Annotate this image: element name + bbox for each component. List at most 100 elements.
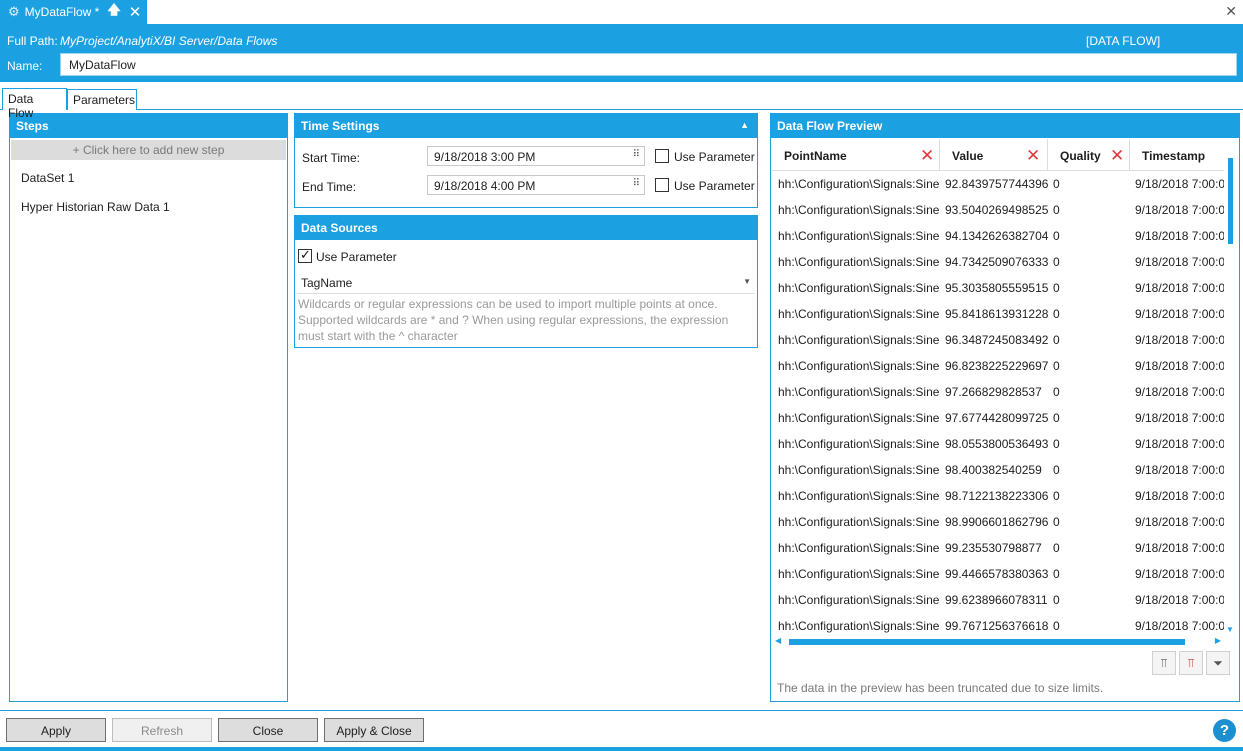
cell-timestamp: 9/18/2018 7:00:0: [1135,463,1224,477]
close-tab-icon[interactable]: ✕ [129,3,142,21]
cell-timestamp: 9/18/2018 7:00:0( [1135,203,1224,217]
end-time-input[interactable]: 9/18/2018 4:00 PM ⠿ [427,175,645,195]
cell-value: 97.6774428099725 [945,411,1049,425]
table-row[interactable]: hh:\Configuration\Signals:Sine 96.8238225… [772,354,1224,380]
cell-quality: 0 [1053,177,1060,191]
start-time-input[interactable]: 9/18/2018 3:00 PM ⠿ [427,146,645,166]
remove-column-icon[interactable]: ✕ [1026,146,1040,166]
remove-column-icon[interactable]: ✕ [920,146,934,166]
table-row[interactable]: hh:\Configuration\Signals:Sine 93.5040269… [772,198,1224,224]
tab-data-flow[interactable]: Data Flow [2,88,67,120]
table-row[interactable]: hh:\Configuration\Signals:Sine 98.4003825… [772,458,1224,484]
table-row[interactable]: hh:\Configuration\Signals:Sine 96.3487245… [772,328,1224,354]
vertical-scrollbar[interactable]: ▼ [1226,158,1234,634]
name-label: Name: [7,59,43,73]
cell-pointname: hh:\Configuration\Signals:Sine [778,619,940,633]
add-column-icon[interactable]: ⫪ [1152,651,1176,675]
calendar-icon[interactable]: ⠿ [633,178,640,189]
cell-timestamp: 9/18/2018 7:00:0: [1135,515,1224,529]
help-icon[interactable]: ? [1213,719,1236,742]
cell-value: 97.266829828537 [945,385,1042,399]
tab-underline [0,109,1243,110]
cell-pointname: hh:\Configuration\Signals:Sine [778,567,940,581]
horizontal-scroll-thumb[interactable] [789,639,1185,645]
table-row[interactable]: hh:\Configuration\Signals:Sine 99.2355307… [772,536,1224,562]
cell-pointname: hh:\Configuration\Signals:Sine [778,593,940,607]
table-row[interactable]: hh:\Configuration\Signals:Sine 99.6238966… [772,588,1224,614]
table-row[interactable]: hh:\Configuration\Signals:Sine 99.4466578… [772,562,1224,588]
data-sources-panel: Data Sources Use Parameter TagName ▼ Wil… [294,215,758,348]
remove-column-icon[interactable]: ✕ [1110,146,1124,166]
table-row[interactable]: hh:\Configuration\Signals:Sine 98.0553800… [772,432,1224,458]
cell-value: 99.7671256376618 [945,619,1049,633]
start-use-parameter-checkbox[interactable] [655,149,669,163]
cell-timestamp: 9/18/2018 7:00:0: [1135,489,1224,503]
scroll-left-icon[interactable]: ◀ [775,636,781,645]
truncation-note: The data in the preview has been truncat… [777,681,1104,695]
preview-grid-body: hh:\Configuration\Signals:Sine 92.8439757… [772,172,1224,634]
cell-quality: 0 [1053,385,1060,399]
horizontal-scrollbar[interactable]: ◀ ▶ [775,636,1221,646]
collapse-icon[interactable]: ▲ [740,120,749,130]
pin-icon[interactable]: 🡅 [107,1,120,23]
apply-button[interactable]: Apply [6,718,106,742]
column-header-value[interactable]: Value ✕ [940,139,1048,171]
table-row[interactable]: hh:\Configuration\Signals:Sine 99.7671256… [772,614,1224,634]
cell-timestamp: 9/18/2018 7:00:04 [1135,593,1224,607]
table-row[interactable]: hh:\Configuration\Signals:Sine 98.9906601… [772,510,1224,536]
table-row[interactable]: hh:\Configuration\Signals:Sine 94.1342626… [772,224,1224,250]
start-use-parameter-label: Use Parameter [674,150,755,164]
cell-timestamp: 9/18/2018 7:00:0( [1135,177,1224,191]
document-tab[interactable]: ⚙ MyDataFlow * 🡅 ✕ [0,0,147,24]
item-type-label: [DATA FLOW] [1086,34,1161,48]
cell-timestamp: 9/18/2018 7:00:0: [1135,567,1224,581]
filter-icon[interactable]: ⏷ [1206,651,1230,675]
apply-and-close-button[interactable]: Apply & Close [324,718,424,742]
footer-divider [0,710,1243,711]
cell-pointname: hh:\Configuration\Signals:Sine [778,385,940,399]
ds-use-parameter-checkbox[interactable] [298,247,312,263]
table-row[interactable]: hh:\Configuration\Signals:Sine 97.6774428… [772,406,1224,432]
table-row[interactable]: hh:\Configuration\Signals:Sine 95.8418613… [772,302,1224,328]
tag-name-select[interactable]: TagName ▼ [297,272,755,294]
cell-timestamp: 9/18/2018 7:00:0: [1135,411,1224,425]
table-row[interactable]: hh:\Configuration\Signals:Sine 92.8439757… [772,172,1224,198]
column-header-timestamp[interactable]: Timestamp [1130,139,1224,171]
footer-base [0,747,1243,751]
tab-parameters[interactable]: Parameters [67,89,137,110]
cell-quality: 0 [1053,229,1060,243]
vertical-scroll-thumb[interactable] [1228,158,1233,244]
close-button[interactable]: Close [218,718,318,742]
tag-name-value: TagName [301,276,353,290]
end-use-parameter-checkbox[interactable] [655,178,669,192]
cell-quality: 0 [1053,203,1060,217]
cell-pointname: hh:\Configuration\Signals:Sine [778,281,940,295]
data-sources-title: Data Sources [295,216,757,240]
cell-quality: 0 [1053,619,1060,633]
name-input[interactable]: MyDataFlow [60,53,1237,76]
table-row[interactable]: hh:\Configuration\Signals:Sine 95.3035805… [772,276,1224,302]
time-settings-panel: Time Settings ▲ Start Time: 9/18/2018 3:… [294,113,758,208]
cell-value: 99.235530798877 [945,541,1042,555]
full-path-value: MyProject/AnalytiX/BI Server/Data Flows [60,34,278,48]
add-step-button[interactable]: + Click here to add new step [11,140,286,160]
table-row[interactable]: hh:\Configuration\Signals:Sine 98.7122138… [772,484,1224,510]
cell-value: 96.3487245083492 [945,333,1049,347]
close-window-icon[interactable]: ✕ [1225,3,1237,20]
cell-pointname: hh:\Configuration\Signals:Sine [778,203,940,217]
scroll-right-icon[interactable]: ▶ [1215,636,1221,645]
step-item-hyper-historian[interactable]: Hyper Historian Raw Data 1 [21,200,170,214]
cell-pointname: hh:\Configuration\Signals:Sine [778,411,940,425]
column-header-quality[interactable]: Quality ✕ [1048,139,1130,171]
remove-columns-icon[interactable]: ⫪ [1179,651,1203,675]
calendar-icon[interactable]: ⠿ [633,149,640,160]
table-row[interactable]: hh:\Configuration\Signals:Sine 97.2668298… [772,380,1224,406]
cell-quality: 0 [1053,359,1060,373]
cell-timestamp: 9/18/2018 7:00:0' [1135,333,1224,347]
cell-quality: 0 [1053,437,1060,451]
table-row[interactable]: hh:\Configuration\Signals:Sine 94.7342509… [772,250,1224,276]
step-item-dataset[interactable]: DataSet 1 [21,171,74,185]
refresh-button[interactable]: Refresh [112,718,212,742]
scroll-down-icon[interactable]: ▼ [1226,625,1234,634]
column-header-pointname[interactable]: PointName ✕ [772,139,940,171]
